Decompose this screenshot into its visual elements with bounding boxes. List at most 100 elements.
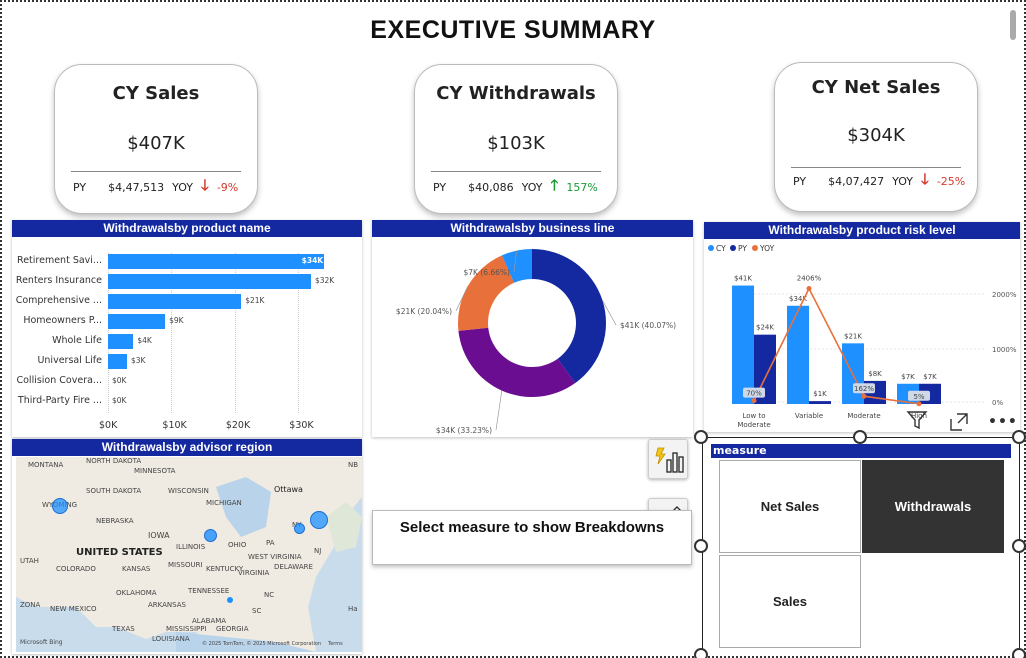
map-label: ARKANSAS	[148, 601, 186, 609]
us-map[interactable]: MONTANA NORTH DAKOTA MINNESOTA SOUTH DAK…	[16, 457, 362, 652]
py-value: $4,47,513	[108, 181, 165, 194]
map-label: TENNESSEE	[188, 587, 230, 595]
combo-chart-panel[interactable]: Withdrawalsby product risk level CY PY YOY…	[704, 222, 1020, 432]
bar-chart-panel[interactable]: Withdrawalsby product name $0K $10K $20K $3…	[12, 220, 362, 437]
instruction-textbox: Select measure to show Breakdowns	[372, 510, 692, 565]
bing-logo: Microsoft Bing	[20, 639, 63, 646]
map-label: MISSOURI	[168, 561, 203, 569]
map-label: WISCONSIN	[168, 487, 209, 495]
focus-mode-icon[interactable]	[948, 411, 970, 433]
bar-chart-icon[interactable]	[648, 439, 688, 479]
map-panel[interactable]: Withdrawalsby advisor region MONTANA NOR…	[12, 439, 362, 654]
map-label: OHIO	[228, 541, 247, 549]
right-axis-tick: 0%	[992, 399, 1003, 407]
resize-handle[interactable]	[1012, 430, 1026, 444]
measure-slicer[interactable]: measure Net Sales Withdrawals Sales	[702, 437, 1020, 658]
map-label: VIRGINIA	[238, 569, 270, 577]
bar[interactable]	[108, 314, 166, 329]
bar-category-label: Whole Life	[52, 335, 102, 346]
map-label: KANSAS	[122, 565, 151, 573]
bar-value-label: $24K	[756, 324, 774, 332]
map-label: LOUISIANA	[152, 635, 190, 643]
slicer-option-net-sales[interactable]: Net Sales	[719, 460, 861, 553]
resize-handle[interactable]	[694, 430, 708, 444]
map-terms-link[interactable]: Terms	[328, 641, 343, 647]
donut-slice[interactable]	[532, 249, 606, 384]
instruction-text: Select measure to show Breakdowns	[399, 519, 665, 536]
donut-chart-panel[interactable]: Withdrawalsby business line $41K (40.07%…	[372, 220, 693, 437]
bar-value-label: $0K	[112, 396, 127, 405]
kpi-card-cy-withdrawals[interactable]: CY Withdrawals $103K PY $40,086 YOY 🡑 15…	[414, 64, 618, 214]
legend-marker	[752, 245, 758, 251]
slicer-option-sales[interactable]: Sales	[719, 555, 861, 648]
map-label: MICHIGAN	[206, 499, 242, 507]
bar-value-label: $0K	[112, 376, 127, 385]
more-options-icon[interactable]: •••	[988, 414, 1018, 430]
slicer-option-withdrawals[interactable]: Withdrawals	[862, 460, 1004, 553]
yoy-point	[806, 286, 812, 292]
bar[interactable]	[108, 354, 128, 369]
resize-handle[interactable]	[1012, 648, 1026, 658]
map-label: TEXAS	[112, 625, 135, 633]
resize-handle[interactable]	[694, 648, 708, 658]
map-label: ZONA	[20, 601, 41, 609]
map-bubble[interactable]	[294, 523, 305, 534]
map-label: SC	[252, 607, 262, 615]
bar[interactable]	[108, 274, 311, 289]
map-copyright: © 2025 TomTom, © 2025 Microsoft Corporat…	[202, 641, 322, 647]
resize-handle[interactable]	[853, 430, 867, 444]
kpi-compare-row: PY $4,47,513 YOY 🡓 -9%	[73, 175, 247, 200]
resize-handle[interactable]	[1012, 539, 1026, 553]
bar-chart-area: $0K $10K $20K $30K Retirement Savi... $34K Ren…	[12, 237, 362, 437]
map-label: NJ	[314, 547, 322, 555]
kpi-value: $103K	[487, 133, 545, 154]
map-bubble[interactable]	[204, 529, 217, 542]
yoy-line	[753, 286, 920, 405]
filter-icon[interactable]	[906, 409, 928, 431]
map-label: UNITED STATES	[76, 547, 163, 558]
donut-slice[interactable]	[458, 327, 576, 397]
legend-marker	[730, 245, 736, 251]
bar[interactable]	[108, 294, 242, 309]
bar-value-label: $4K	[137, 336, 152, 345]
bar-category-label: Homeowners P...	[23, 315, 102, 326]
py-label: PY	[73, 181, 87, 194]
legend-label: PY	[738, 244, 747, 253]
yoy-label: YOY	[172, 181, 194, 194]
map-label: COLORADO	[56, 565, 96, 573]
legend-label: CY	[716, 244, 726, 253]
report-page: EXECUTIVE SUMMARY CY Sales $407K PY $4,4…	[0, 0, 1026, 658]
bar-value-label: $21K	[245, 296, 265, 305]
map-bubble[interactable]	[52, 498, 68, 514]
map-bubble[interactable]	[227, 597, 233, 603]
bar-category-label: Collision Covera...	[16, 375, 102, 386]
donut-slice[interactable]	[458, 255, 515, 331]
leader-line	[495, 390, 503, 431]
scrollbar[interactable]	[1010, 10, 1016, 40]
bar-py	[809, 401, 831, 404]
py-label: PY	[793, 175, 807, 188]
kpi-card-cy-net-sales[interactable]: CY Net Sales $304K PY $4,07,427 YOY 🡓 -2…	[774, 62, 978, 212]
donut-slice-label: $34K (33.23%)	[436, 426, 492, 435]
yoy-point	[861, 393, 867, 399]
bar[interactable]	[108, 254, 324, 269]
kpi-compare-row: PY $40,086 YOY 🡑 157%	[433, 175, 607, 200]
map-bubble[interactable]	[310, 511, 328, 529]
donut-slice-label: $21K (20.04%)	[396, 307, 452, 316]
bar-value-label: $41K	[734, 275, 752, 283]
kpi-compare-row: PY $4,07,427 YOY 🡓 -25%	[793, 169, 967, 194]
py-label: PY	[433, 181, 447, 194]
donut-chart: $41K (40.07%) $34K (33.23%) $21K (20.04%) $…	[396, 249, 676, 435]
bar[interactable]	[108, 334, 134, 349]
bar-value-label: $8K	[868, 370, 882, 378]
kpi-card-cy-sales[interactable]: CY Sales $407K PY $4,47,513 YOY 🡓 -9%	[54, 64, 258, 214]
resize-handle[interactable]	[694, 539, 708, 553]
arrow-up-icon: 🡑	[550, 176, 559, 194]
yoy-value: -9%	[216, 181, 239, 194]
map-label: GEORGIA	[216, 625, 249, 633]
bar-value-label: $3K	[131, 356, 146, 365]
panel-header: Withdrawalsby product risk level	[704, 222, 1020, 239]
yoy-value: -25%	[936, 175, 966, 188]
kpi-title: CY Sales	[112, 83, 200, 104]
bar-cy	[732, 285, 754, 404]
